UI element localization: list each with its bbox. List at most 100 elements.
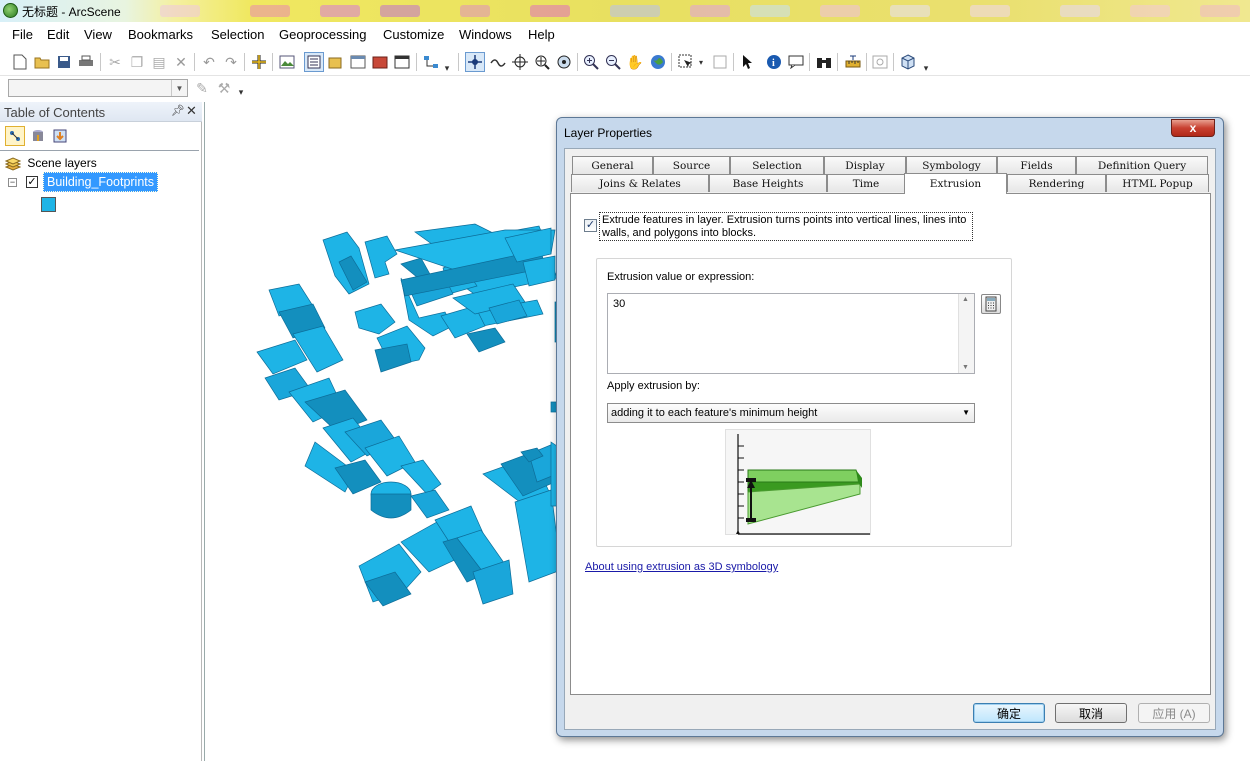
chevron-down-icon: ▼ bbox=[962, 408, 970, 417]
expression-label: Extrusion value or expression: bbox=[607, 271, 755, 283]
redo-icon[interactable]: ↷ bbox=[221, 52, 241, 72]
pin-icon[interactable]: 📌︎ bbox=[171, 104, 185, 117]
menu-windows[interactable]: Windows bbox=[459, 27, 512, 42]
extrude-features-checkbox[interactable]: ✓ bbox=[584, 219, 597, 232]
python-window-icon[interactable] bbox=[392, 52, 412, 72]
save-icon[interactable] bbox=[54, 52, 74, 72]
list-by-drawing-order-icon[interactable] bbox=[5, 126, 25, 146]
tab-time[interactable]: Time bbox=[827, 174, 905, 192]
3d-effects-cube-icon[interactable] bbox=[898, 52, 918, 72]
layers-icon bbox=[4, 157, 22, 171]
scene-layers-node[interactable]: Scene layers bbox=[4, 156, 97, 171]
extrusion-help-link[interactable]: About using extrusion as 3D symbology bbox=[585, 561, 778, 573]
menu-help[interactable]: Help bbox=[528, 27, 555, 42]
measure-icon[interactable] bbox=[843, 52, 863, 72]
print-icon[interactable] bbox=[76, 52, 96, 72]
select-elements-arrow-icon[interactable] bbox=[737, 52, 757, 72]
tab-definition-query[interactable]: Definition Query bbox=[1076, 156, 1208, 174]
undo-icon[interactable]: ↶ bbox=[199, 52, 219, 72]
navigate-tool-icon[interactable] bbox=[465, 52, 485, 72]
animation-icon[interactable] bbox=[870, 52, 890, 72]
window-title: 无标题 - ArcScene bbox=[22, 5, 121, 19]
tab-html-popup[interactable]: HTML Popup bbox=[1106, 174, 1209, 192]
toolbar-overflow-icon-2[interactable]: ▾ bbox=[921, 58, 931, 78]
tab-fields[interactable]: Fields bbox=[997, 156, 1076, 174]
tab-extrusion[interactable]: Extrusion bbox=[904, 173, 1007, 194]
tab-base-heights[interactable]: Base Heights bbox=[709, 174, 827, 192]
apply-extrusion-select[interactable]: adding it to each feature's minimum heig… bbox=[607, 403, 975, 423]
toc-header: Table of Contents 📌︎ ✕ bbox=[0, 102, 202, 122]
menu-customize[interactable]: Customize bbox=[383, 27, 444, 42]
arctoolbox-icon[interactable] bbox=[326, 52, 346, 72]
set-observer-icon[interactable] bbox=[554, 52, 574, 72]
tab-display[interactable]: Display bbox=[824, 156, 906, 174]
extrusion-tab-page: ✓ Extrude features in layer. Extrusion t… bbox=[570, 193, 1211, 695]
tab-selection[interactable]: Selection bbox=[730, 156, 824, 174]
search-window-icon[interactable] bbox=[348, 52, 368, 72]
extrusion-expression-input[interactable]: 30 ▲ ▼ bbox=[607, 293, 975, 374]
menu-bar: File Edit View Bookmarks Selection Geopr… bbox=[0, 24, 1250, 46]
menu-selection[interactable]: Selection bbox=[211, 27, 264, 42]
extrude-features-label[interactable]: Extrude features in layer. Extrusion tur… bbox=[599, 212, 973, 241]
close-button[interactable]: x bbox=[1171, 119, 1215, 137]
tab-symbology[interactable]: Symbology bbox=[906, 156, 997, 174]
arccatalog-icon[interactable] bbox=[370, 52, 390, 72]
menu-view[interactable]: View bbox=[84, 27, 112, 42]
toc-tree: Scene layers − ✓ Building_Footprints bbox=[0, 150, 199, 760]
scroll-down-icon[interactable]: ▼ bbox=[962, 364, 969, 371]
taskbar-thumbnails-strip bbox=[160, 5, 1240, 17]
cancel-button[interactable]: 取消 bbox=[1055, 703, 1127, 723]
list-by-visibility-icon[interactable] bbox=[50, 126, 70, 146]
open-folder-icon[interactable] bbox=[32, 52, 52, 72]
html-popup-icon[interactable] bbox=[786, 52, 806, 72]
layer-name-building-footprints[interactable]: Building_Footprints bbox=[43, 172, 159, 192]
collapse-toggle-icon[interactable]: − bbox=[8, 178, 17, 187]
toolbar-overflow-icon-3[interactable]: ▾ bbox=[236, 82, 246, 102]
copy-icon[interactable]: ❐ bbox=[127, 52, 147, 72]
list-by-source-icon[interactable] bbox=[28, 126, 48, 146]
zoom-to-target-icon[interactable] bbox=[532, 52, 552, 72]
edit-tool-icon[interactable]: ✎ bbox=[192, 78, 212, 98]
toc-window-icon[interactable] bbox=[304, 52, 324, 72]
expression-scrollbar[interactable]: ▲ ▼ bbox=[958, 294, 974, 373]
tab-source[interactable]: Source bbox=[653, 156, 730, 174]
layer-visibility-checkbox[interactable]: ✓ bbox=[26, 176, 38, 188]
new-document-icon[interactable] bbox=[10, 52, 30, 72]
menu-file[interactable]: File bbox=[12, 27, 33, 42]
fly-tool-icon[interactable] bbox=[488, 52, 508, 72]
sketch-tool-icon[interactable]: ⚒ bbox=[214, 78, 234, 98]
add-data-icon[interactable] bbox=[249, 52, 269, 72]
zoom-in-icon[interactable] bbox=[581, 52, 601, 72]
tab-rendering[interactable]: Rendering bbox=[1007, 174, 1106, 192]
cut-icon[interactable]: ✂ bbox=[105, 52, 125, 72]
close-icon[interactable]: ✕ bbox=[186, 103, 197, 119]
menu-geoprocessing[interactable]: Geoprocessing bbox=[279, 27, 366, 42]
toolbar-overflow-icon[interactable]: ▾ bbox=[442, 58, 452, 78]
menu-bookmarks[interactable]: Bookmarks bbox=[128, 27, 193, 42]
find-binoculars-icon[interactable] bbox=[814, 52, 834, 72]
clear-selection-icon[interactable] bbox=[710, 52, 730, 72]
zoom-out-icon[interactable] bbox=[603, 52, 623, 72]
tab-general[interactable]: General bbox=[572, 156, 653, 174]
paste-icon[interactable]: ▤ bbox=[149, 52, 169, 72]
layer-symbol-swatch[interactable] bbox=[41, 197, 56, 212]
ok-button[interactable]: 确定 bbox=[973, 703, 1045, 723]
apply-button[interactable]: 应用 (A) bbox=[1138, 703, 1210, 723]
target-center-icon[interactable] bbox=[510, 52, 530, 72]
pan-hand-icon[interactable]: ✋ bbox=[625, 52, 645, 72]
menu-edit[interactable]: Edit bbox=[47, 27, 69, 42]
tab-joins-relates[interactable]: Joins & Relates bbox=[571, 174, 709, 192]
close-icon: x bbox=[1189, 121, 1197, 135]
full-extent-globe-icon[interactable] bbox=[648, 52, 668, 72]
arcscene-app-icon bbox=[3, 3, 18, 18]
scene-properties-icon[interactable] bbox=[277, 52, 297, 72]
select-dropdown-icon[interactable]: ▾ bbox=[696, 52, 706, 72]
delete-icon[interactable]: ✕ bbox=[171, 52, 191, 72]
model-builder-icon[interactable] bbox=[421, 52, 441, 72]
expression-builder-button[interactable] bbox=[981, 294, 1001, 314]
scroll-up-icon[interactable]: ▲ bbox=[962, 296, 969, 303]
extrusion-preview-image bbox=[725, 429, 871, 535]
select-features-icon[interactable] bbox=[676, 52, 696, 72]
target-layer-combo[interactable]: ▼ bbox=[8, 79, 188, 97]
identify-icon[interactable]: i bbox=[764, 52, 784, 72]
